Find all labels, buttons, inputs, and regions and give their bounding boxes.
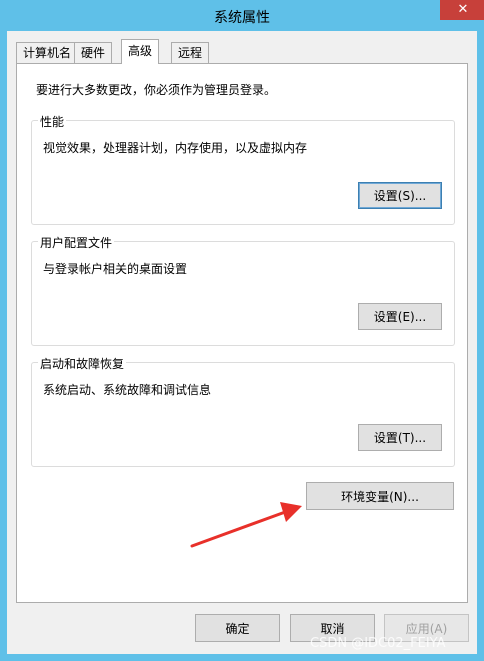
close-icon: ✕	[457, 2, 469, 17]
close-button[interactable]: ✕	[440, 0, 484, 20]
advanced-tab-panel: 要进行大多数更改，你必须作为管理员登录。 性能 视觉效果，处理器计划，内存使用，…	[16, 63, 468, 603]
tab-label: 计算机名	[23, 46, 72, 60]
tab-label: 远程	[178, 46, 203, 60]
startup-recovery-settings-button[interactable]: 设置(T)...	[358, 424, 442, 451]
dialog-client: 计算机名 硬件 高级 远程 要进行大多数更改，你必须作为管理员登录。 性能 视觉…	[7, 31, 477, 654]
window-title: 系统属性	[214, 10, 270, 26]
tab-hardware[interactable]: 硬件	[74, 42, 113, 63]
tab-computer-name[interactable]: 计算机名	[16, 42, 79, 63]
title-bar[interactable]: 系统属性 ✕	[0, 0, 484, 32]
startup-recovery-legend: 启动和故障恢复	[38, 355, 127, 372]
environment-variables-button[interactable]: 环境变量(N)...	[306, 482, 454, 510]
performance-settings-button[interactable]: 设置(S)...	[358, 182, 442, 209]
tab-label: 硬件	[81, 46, 106, 60]
user-profiles-group: 用户配置文件 与登录帐户相关的桌面设置 设置(E)...	[31, 234, 455, 346]
performance-description: 视觉效果，处理器计划，内存使用，以及虚拟内存	[43, 141, 308, 155]
performance-legend: 性能	[38, 113, 67, 130]
startup-recovery-description: 系统启动、系统故障和调试信息	[43, 383, 212, 397]
tab-remote[interactable]: 远程	[171, 42, 210, 63]
startup-recovery-group: 启动和故障恢复 系统启动、系统故障和调试信息 设置(T)...	[31, 355, 455, 467]
tab-advanced[interactable]: 高级	[121, 39, 160, 64]
tab-label: 高级	[128, 44, 153, 58]
performance-group: 性能 视觉效果，处理器计划，内存使用，以及虚拟内存 设置(S)...	[31, 113, 455, 225]
system-properties-window: 系统属性 ✕ 计算机名 硬件 高级 远程 要进行大多数更改，你必须作为管理员登录…	[0, 0, 484, 661]
ok-button[interactable]: 确定	[195, 614, 280, 642]
admin-notice: 要进行大多数更改，你必须作为管理员登录。	[36, 83, 277, 97]
watermark-text: CSDN @IDC02_FEIYA	[310, 636, 446, 651]
user-profiles-legend: 用户配置文件	[38, 234, 115, 251]
user-profiles-settings-button[interactable]: 设置(E)...	[358, 303, 442, 330]
user-profiles-description: 与登录帐户相关的桌面设置	[43, 262, 188, 276]
